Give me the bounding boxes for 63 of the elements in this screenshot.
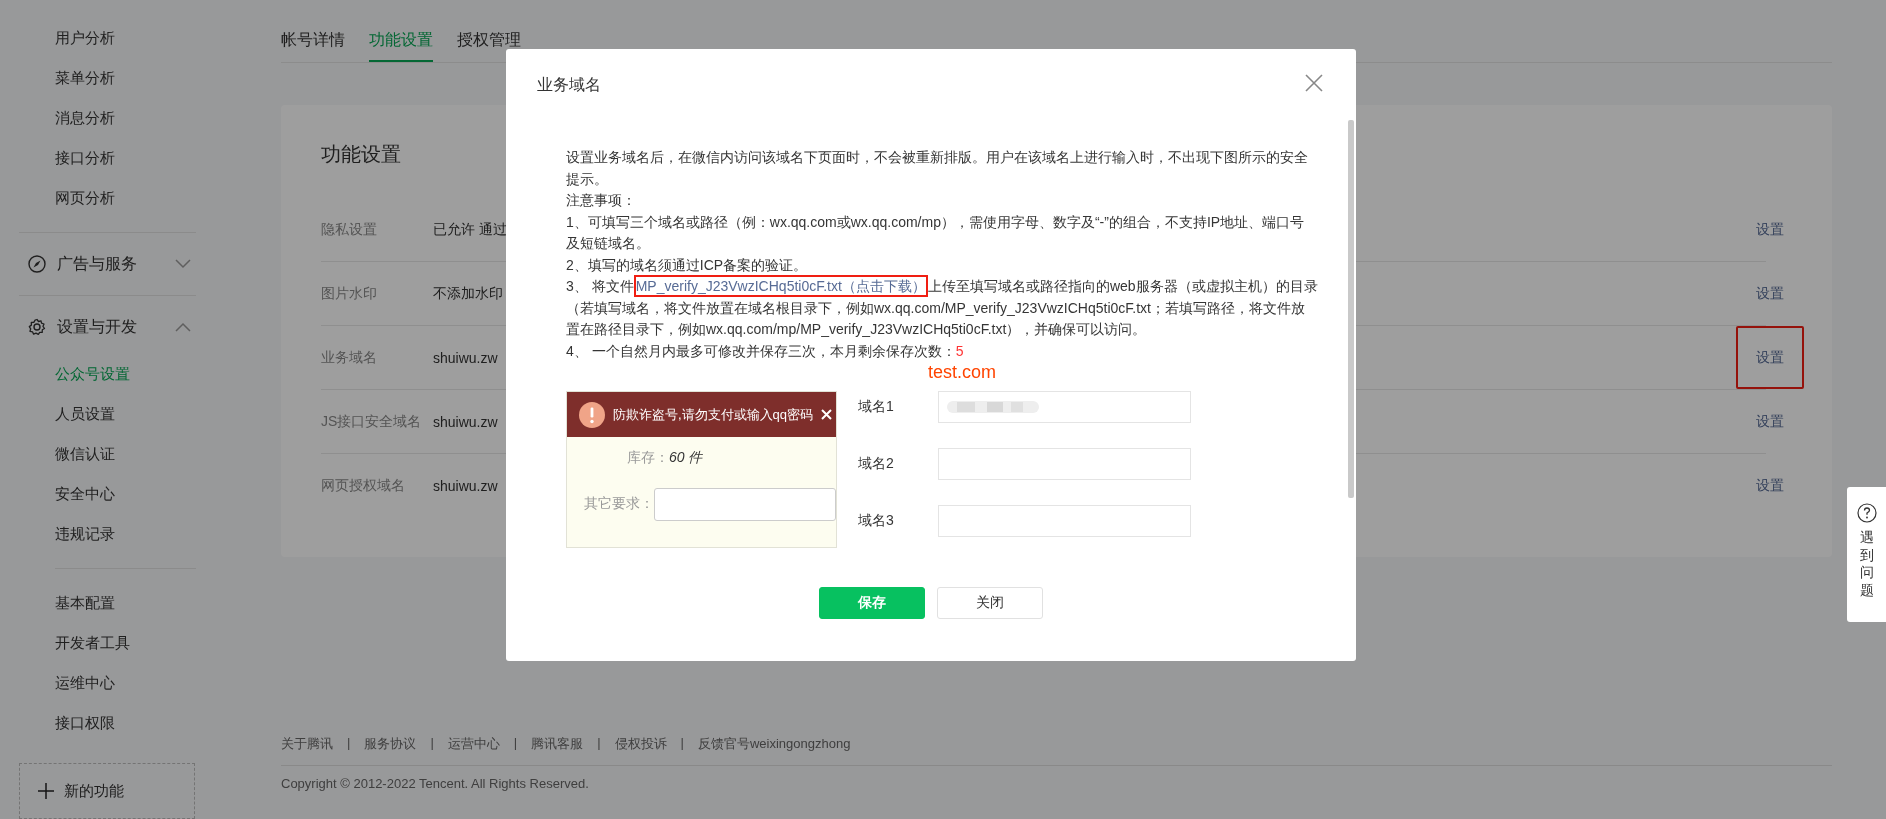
sidebar-item[interactable]: 接口权限 — [19, 703, 115, 743]
sidebar-item[interactable]: 网页分析 — [19, 178, 115, 218]
sidebar-item[interactable]: 消息分析 — [19, 98, 115, 138]
stock-value: 60 件 — [669, 449, 703, 467]
warning-text: 防欺诈盗号,请勿支付或输入qq密码 — [613, 405, 814, 424]
annotation-text: test.com — [928, 362, 997, 383]
sidebar-item[interactable]: 接口分析 — [19, 138, 115, 178]
sidebar-section[interactable]: 广告与服务 — [19, 247, 191, 281]
field-label: 库存： — [626, 449, 669, 467]
field-label: 其它要求： — [583, 495, 655, 513]
footer-link[interactable]: 运营中心 — [447, 735, 500, 753]
footer-link[interactable]: 反馈官号weixingongzhong — [697, 735, 851, 753]
intro-text: 设置业务域名后，在微信内访问该域名下页面时，不会被重新排版。用户在该域名上进行输入时，不出现下图所示的安全提示。 — [566, 148, 1309, 189]
setting-label: 业务域名 — [321, 348, 378, 367]
sidebar-item[interactable]: 人员设置 — [19, 394, 115, 434]
close-button[interactable]: 关闭 — [937, 587, 1043, 619]
sidebar-item[interactable]: 违规记录 — [19, 514, 115, 554]
sidebar-item[interactable]: 开发者工具 — [19, 623, 130, 663]
dialog-title: 业务域名 — [537, 75, 601, 95]
setting-label: JS接口安全域名 — [321, 412, 423, 431]
field-label: 域名1 — [858, 398, 895, 416]
footer-link[interactable]: 侵权投诉 — [614, 735, 667, 753]
footer-link[interactable]: 关于腾讯 — [281, 735, 333, 753]
field-label: 域名2 — [858, 455, 895, 473]
field-label: 域名3 — [858, 512, 895, 530]
sidebar-section[interactable]: 设置与开发 — [19, 310, 191, 344]
setting-label: 网页授权域名 — [321, 476, 406, 495]
notes-heading: 注意事项： — [566, 191, 637, 210]
setting-value: shuiwu.zw — [433, 413, 498, 430]
setting-label: 隐私设置 — [321, 220, 378, 239]
separator: | — [430, 735, 434, 752]
setting-label: 图片水印 — [321, 284, 378, 303]
sidebar-item[interactable]: 运维中心 — [19, 663, 115, 703]
separator: | — [597, 735, 601, 752]
note-text: 3、 将文件 MP_verify_J23VwzICHq5ti0cF.txt（点击下载）上传至填写域名或路径指向的web服务器（或虚拟主机）的目录（若填写域名，将文件放置在域名根目录下，例如wx.qq.com/MP_verify_J23VwzICHq5ti0cF.txt；若填写路径，将文件放置在路径目录下，例如wx.qq.com/mp/MP_verify_J23VwzICHq5ti0cF.txt），并确保可以访问。 — [566, 276, 1318, 341]
settings-link[interactable]: 设置 — [1756, 349, 1784, 365]
separator: | — [347, 735, 351, 752]
footer-link[interactable]: 服务协议 — [364, 735, 417, 753]
setting-value: shuiwu.zw — [433, 349, 498, 366]
settings-link[interactable]: 设置 — [1756, 413, 1784, 429]
tab[interactable]: 授权管理 — [457, 28, 521, 62]
tab[interactable]: 帐号详情 — [281, 28, 345, 62]
help-widget[interactable]: 遇到问题 — [1847, 487, 1886, 622]
sidebar-item[interactable]: 微信认证 — [19, 434, 115, 474]
note-text: 2、填写的域名须通过ICP备案的验证。 — [566, 255, 809, 275]
sidebar-item[interactable]: 安全中心 — [19, 474, 115, 514]
settings-link[interactable]: 设置 — [1756, 477, 1784, 493]
settings-link[interactable]: 设置 — [1756, 221, 1784, 237]
note-text: 1、可填写三个域名或路径（例：wx.qq.com或wx.qq.com/mp），需使用字母、数字及“-”的组合，不支持IP地址、端口号及短链域名。 — [566, 212, 1306, 253]
separator: | — [513, 735, 518, 752]
copyright: Copyright © 2012-2022 Tencent. All Rights Reserved. — [281, 776, 590, 791]
separator: | — [680, 735, 684, 752]
note-text: 4、 一个自然月内最多可修改并保存三次，本月剩余保存次数：5 — [566, 341, 965, 361]
setting-value: shuiwu.zw — [433, 477, 498, 494]
sidebar-item[interactable]: 基本配置 — [19, 583, 115, 623]
sidebar-item[interactable]: 用户分析 — [19, 18, 115, 58]
setting-value: 不添加水印 — [433, 285, 503, 301]
setting-value: 已允许 通过 — [433, 221, 507, 237]
new-feature-button[interactable]: 新的功能 — [19, 763, 195, 819]
settings-link[interactable]: 设置 — [1756, 285, 1784, 301]
sidebar-item[interactable]: 菜单分析 — [19, 58, 115, 98]
footer-link[interactable]: 腾讯客服 — [531, 735, 584, 753]
card-title: 功能设置 — [321, 142, 401, 167]
